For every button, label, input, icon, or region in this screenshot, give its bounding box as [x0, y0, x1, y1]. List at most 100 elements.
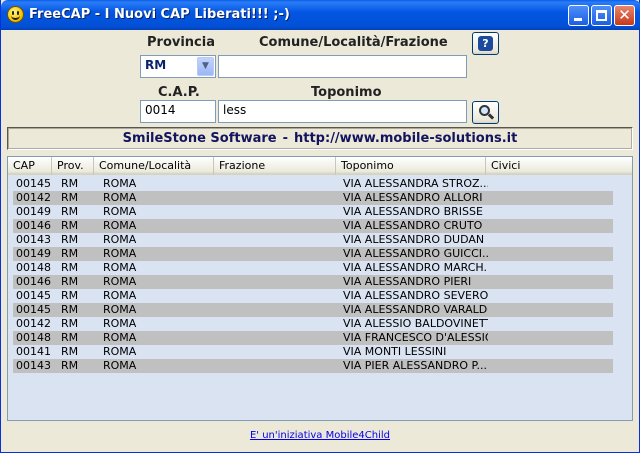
close-button[interactable]: ✕ — [614, 5, 635, 26]
maximize-icon — [596, 10, 607, 21]
help-button[interactable]: ? — [472, 32, 499, 55]
table-row[interactable]: 00148 RM ROMA VIA ALESSANDRO MARCH... — [13, 261, 613, 275]
cap-input[interactable]: 0014 — [140, 100, 216, 123]
magnifier-handle — [487, 113, 495, 120]
column-header-comune[interactable]: Comune/Località — [94, 157, 214, 175]
cell-toponimo: VIA ALESSANDRO PIERI — [343, 275, 472, 288]
table-row[interactable]: 00142 RM ROMA VIA ALESSIO BALDOVINETTI — [13, 317, 613, 331]
column-header-toponimo[interactable]: Toponimo — [336, 157, 486, 175]
toponimo-label: Toponimo — [311, 85, 382, 100]
cell-comune: ROMA — [103, 233, 137, 246]
comune-label: Comune/Località/Frazione — [259, 35, 448, 50]
table-row[interactable]: 00146 RM ROMA VIA ALESSANDRO PIERI — [13, 275, 613, 289]
cap-label: C.A.P. — [158, 85, 200, 100]
cell-toponimo: VIA FRANCESCO D'ALESSIO — [343, 331, 488, 344]
table-row[interactable]: 00148 RM ROMA VIA FRANCESCO D'ALESSIO — [13, 331, 613, 345]
cell-prov: RM — [61, 177, 79, 190]
cell-cap: 00143 — [16, 359, 51, 372]
provincia-value: RM — [145, 58, 167, 72]
cell-comune: ROMA — [103, 359, 137, 372]
table-row[interactable]: 00145 RM ROMA VIA ALESSANDRO SEVERO — [13, 289, 613, 303]
provincia-label: Provincia — [147, 35, 215, 50]
cell-cap: 00146 — [16, 219, 51, 232]
smiley-icon — [7, 6, 24, 23]
cell-prov: RM — [61, 359, 79, 372]
cell-cap: 00146 — [16, 275, 51, 288]
company-url: http://www.mobile-solutions.it — [294, 131, 518, 146]
cell-comune: ROMA — [103, 261, 137, 274]
table-row[interactable]: 00141 RM ROMA VIA MONTI LESSINI — [13, 345, 613, 359]
cell-prov: RM — [61, 275, 79, 288]
table-row[interactable]: 00142 RM ROMA VIA ALESSANDRO ALLORI — [13, 191, 613, 205]
banner-separator: - — [282, 131, 288, 146]
minimize-button[interactable] — [568, 5, 589, 26]
cell-cap: 00142 — [16, 317, 51, 330]
search-button[interactable] — [472, 101, 499, 124]
cell-toponimo: VIA ALESSANDRO BRISSE — [343, 205, 483, 218]
results-list[interactable]: CAP Prov. Comune/Località Frazione Topon… — [7, 156, 633, 421]
table-row[interactable]: 00145 RM ROMA VIA ALESSANDRO VARALDO — [13, 303, 613, 317]
table-row[interactable]: 00145 RM ROMA VIA ALESSANDRA STROZ... — [13, 177, 613, 191]
cell-comune: ROMA — [103, 317, 137, 330]
cell-prov: RM — [61, 219, 79, 232]
footer-link[interactable]: E' un'iniziativa Mobile4Child — [250, 430, 390, 441]
list-header: CAP Prov. Comune/Località Frazione Topon… — [8, 157, 632, 175]
cell-cap: 00148 — [16, 331, 51, 344]
cell-prov: RM — [61, 331, 79, 344]
maximize-button[interactable] — [591, 5, 612, 26]
cell-comune: ROMA — [103, 219, 137, 232]
cell-prov: RM — [61, 205, 79, 218]
credits-banner: SmileStone Software - http://www.mobile-so… — [7, 127, 633, 150]
column-header-prov[interactable]: Prov. — [52, 157, 94, 175]
cell-prov: RM — [61, 233, 79, 246]
toponimo-input[interactable]: less — [218, 100, 467, 123]
cell-comune: ROMA — [103, 191, 137, 204]
cell-toponimo: VIA ALESSANDRO GUICCI... — [343, 247, 488, 260]
cell-prov: RM — [61, 191, 79, 204]
cell-cap: 00149 — [16, 205, 51, 218]
cell-comune: ROMA — [103, 345, 137, 358]
cell-toponimo: VIA ALESSANDRO VARALDO — [343, 303, 488, 316]
table-row[interactable]: 00143 RM ROMA VIA ALESSANDRO DUDAN — [13, 233, 613, 247]
cell-comune: ROMA — [103, 247, 137, 260]
provincia-select[interactable]: RM ▼ — [140, 55, 216, 78]
column-header-cap[interactable]: CAP — [8, 157, 52, 175]
cell-toponimo: VIA PIER ALESSANDRO P... — [343, 359, 487, 372]
cell-toponimo: VIA ALESSANDRA STROZ... — [343, 177, 488, 190]
footer: E' un'iniziativa Mobile4Child — [1, 430, 639, 444]
title-bar[interactable]: FreeCAP - I Nuovi CAP Liberati!!! ;-) ✕ — [1, 0, 640, 30]
cell-prov: RM — [61, 345, 79, 358]
cell-comune: ROMA — [103, 331, 137, 344]
comune-input[interactable] — [218, 55, 467, 78]
cell-cap: 00142 — [16, 191, 51, 204]
cell-prov: RM — [61, 317, 79, 330]
cell-cap: 00145 — [16, 303, 51, 316]
cell-toponimo: VIA ALESSANDRO DUDAN — [343, 233, 485, 246]
cell-comune: ROMA — [103, 205, 137, 218]
cell-toponimo: VIA ALESSANDRO SEVERO — [343, 289, 488, 302]
app-window: FreeCAP - I Nuovi CAP Liberati!!! ;-) ✕ … — [0, 0, 640, 453]
cell-cap: 00143 — [16, 233, 51, 246]
table-row[interactable]: 00146 RM ROMA VIA ALESSANDRO CRUTO — [13, 219, 613, 233]
close-icon: ✕ — [618, 6, 631, 24]
table-row[interactable]: 00143 RM ROMA VIA PIER ALESSANDRO P... — [13, 359, 613, 373]
cell-cap: 00145 — [16, 289, 51, 302]
cell-cap: 00148 — [16, 261, 51, 274]
cell-comune: ROMA — [103, 303, 137, 316]
list-rows: 00145 RM ROMA VIA ALESSANDRA STROZ... 00142 R… — [13, 177, 613, 373]
column-header-frazione[interactable]: Frazione — [214, 157, 336, 175]
cell-comune: ROMA — [103, 275, 137, 288]
cell-toponimo: VIA ALESSIO BALDOVINETTI — [343, 317, 488, 330]
cell-prov: RM — [61, 303, 79, 316]
cell-toponimo: VIA ALESSANDRO ALLORI — [343, 191, 483, 204]
table-row[interactable]: 00149 RM ROMA VIA ALESSANDRO GUICCI... — [13, 247, 613, 261]
chevron-down-icon[interactable]: ▼ — [197, 57, 214, 76]
help-book-icon: ? — [478, 36, 493, 51]
window-title: FreeCAP - I Nuovi CAP Liberati!!! ;-) — [29, 7, 290, 22]
cell-prov: RM — [61, 247, 79, 260]
column-header-civici[interactable]: Civici — [486, 157, 632, 175]
cell-toponimo: VIA ALESSANDRO MARCH... — [343, 261, 488, 274]
table-row[interactable]: 00149 RM ROMA VIA ALESSANDRO BRISSE — [13, 205, 613, 219]
cell-comune: ROMA — [103, 177, 137, 190]
cell-toponimo: VIA MONTI LESSINI — [343, 345, 447, 358]
